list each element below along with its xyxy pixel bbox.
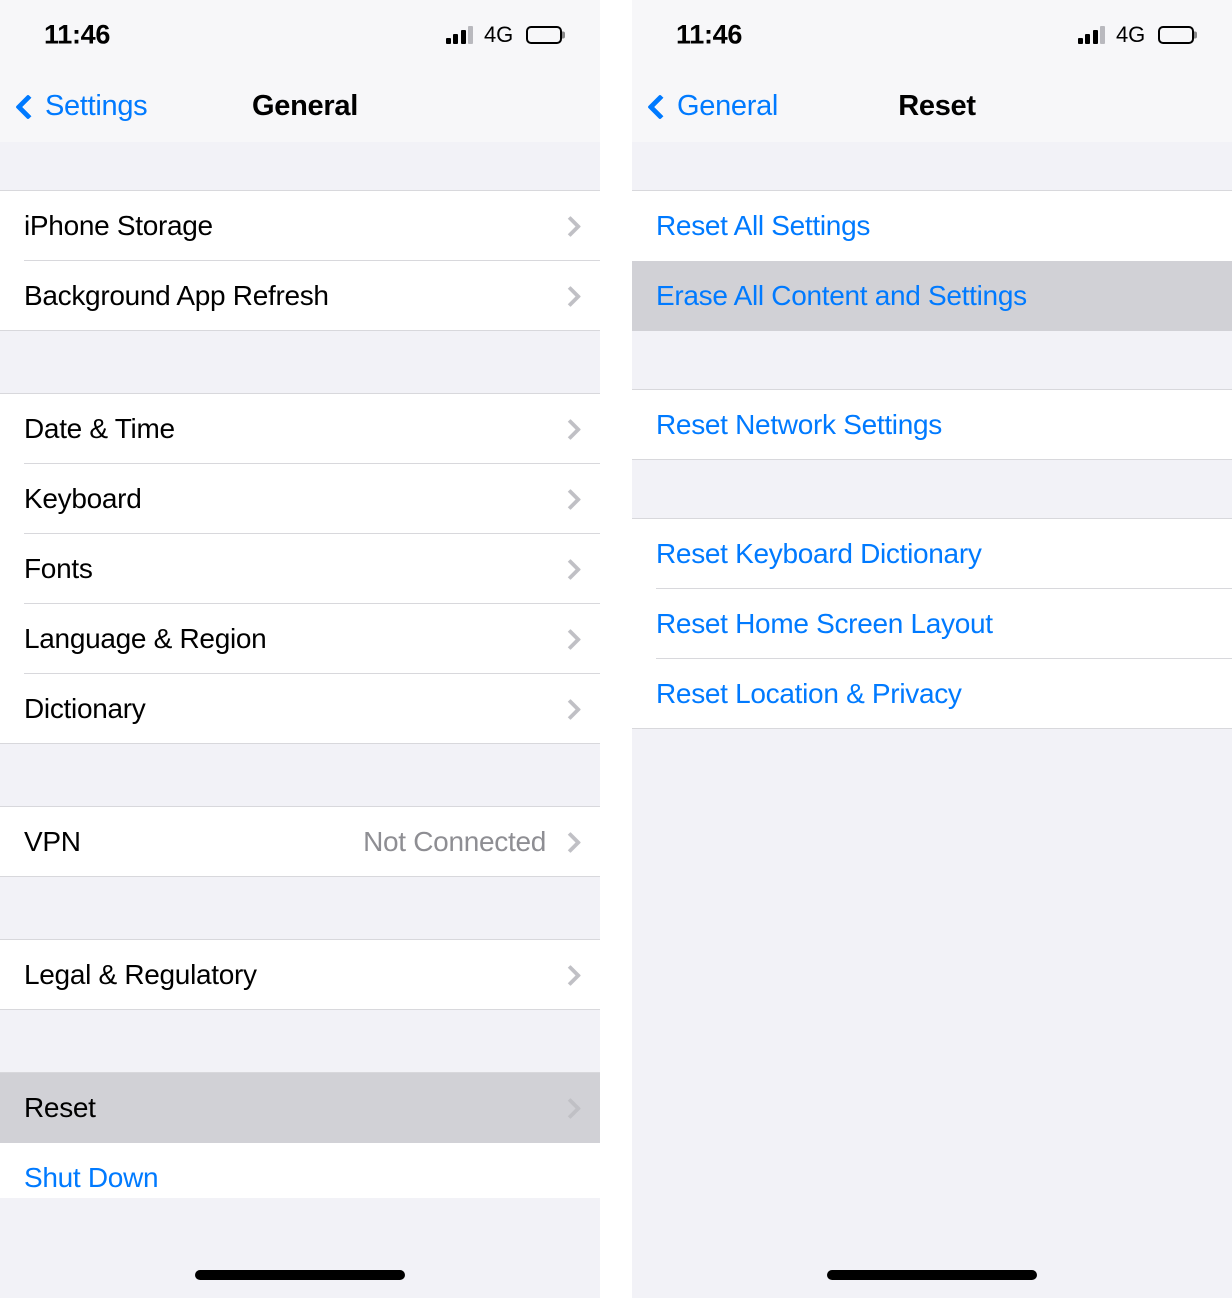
settings-row-shut-down[interactable]: Shut Down [0, 1143, 600, 1198]
row-label: Keyboard [24, 483, 142, 514]
home-indicator-area [0, 1198, 600, 1298]
home-indicator[interactable] [827, 1270, 1037, 1280]
settings-group-legal: Legal & Regulatory [0, 939, 600, 1010]
screen-divider [600, 0, 632, 1298]
row-label: Language & Region [24, 623, 267, 654]
section-gap [0, 744, 600, 806]
section-gap [0, 1010, 600, 1072]
chevron-right-icon [562, 421, 578, 437]
row-label: iPhone Storage [24, 210, 213, 241]
battery-icon [1158, 26, 1194, 44]
row-label: Reset Home Screen Layout [656, 608, 993, 639]
row-label: Date & Time [24, 413, 175, 444]
row-label: Reset Location & Privacy [656, 678, 962, 709]
chevron-right-icon [562, 967, 578, 983]
settings-row-reset-all-settings[interactable]: Reset All Settings [632, 191, 1232, 261]
cellular-bars-icon [445, 26, 474, 44]
network-type-label: 4G [484, 22, 513, 47]
section-gap [632, 460, 1232, 518]
network-type-label: 4G [1116, 22, 1145, 47]
settings-list-general[interactable]: iPhone Storage Background App Refresh Da… [0, 142, 600, 1198]
status-time: 11:46 [676, 19, 743, 50]
screen-general: 11:46 4G Settings General iPhone Storage… [0, 0, 600, 1298]
status-time: 11:46 [44, 19, 111, 50]
section-gap [632, 331, 1232, 389]
row-value-vpn-status: Not Connected [363, 826, 546, 857]
settings-group-vpn: VPN Not Connected [0, 806, 600, 877]
chevron-left-icon [14, 96, 34, 116]
reset-group-other: Reset Keyboard Dictionary Reset Home Scr… [632, 518, 1232, 729]
chevron-right-icon [562, 1100, 578, 1116]
row-label: Fonts [24, 553, 93, 584]
chevron-right-icon [562, 834, 578, 850]
table-row[interactable]: Dictionary [0, 674, 600, 744]
table-row[interactable]: Date & Time [0, 394, 600, 464]
section-gap [0, 142, 600, 190]
back-button-label: Settings [45, 89, 148, 122]
settings-list-reset[interactable]: Reset All Settings Erase All Content and… [632, 142, 1232, 1198]
row-label: Erase All Content and Settings [656, 280, 1027, 311]
row-label: Background App Refresh [24, 280, 329, 311]
chevron-right-icon [562, 491, 578, 507]
back-button-general[interactable]: General [646, 90, 778, 123]
back-button-settings[interactable]: Settings [14, 89, 148, 123]
screen-reset: 11:46 4G General Reset Reset All Setting… [632, 0, 1232, 1298]
chevron-right-icon [562, 561, 578, 577]
status-bar: 11:46 4G [632, 0, 1232, 70]
row-label: VPN [24, 826, 81, 857]
home-indicator-area [632, 1198, 1232, 1298]
status-bar: 11:46 4G [0, 0, 600, 70]
settings-row-reset-home-screen-layout[interactable]: Reset Home Screen Layout [632, 589, 1232, 659]
navigation-bar: General Reset [632, 70, 1232, 142]
settings-row-reset-network-settings[interactable]: Reset Network Settings [632, 390, 1232, 460]
row-label: Reset Network Settings [656, 409, 942, 440]
dual-screenshot-container: 11:46 4G Settings General iPhone Storage… [0, 0, 1232, 1298]
table-row[interactable]: VPN Not Connected [0, 807, 600, 877]
table-row[interactable]: Background App Refresh [0, 261, 600, 331]
row-label: Legal & Regulatory [24, 959, 257, 990]
table-row[interactable]: Legal & Regulatory [0, 940, 600, 1010]
chevron-right-icon [562, 218, 578, 234]
chevron-left-icon [646, 96, 666, 116]
reset-group-network: Reset Network Settings [632, 389, 1232, 460]
row-label: Reset All Settings [656, 210, 871, 241]
chevron-right-icon [562, 701, 578, 717]
table-row[interactable]: Keyboard [0, 464, 600, 534]
battery-icon [526, 26, 562, 44]
settings-group-storage: iPhone Storage Background App Refresh [0, 190, 600, 331]
section-gap [0, 331, 600, 393]
table-row[interactable]: Fonts [0, 534, 600, 604]
section-gap [0, 877, 600, 939]
navigation-bar: Settings General [0, 70, 600, 142]
status-icons: 4G [445, 22, 562, 48]
table-row[interactable]: Language & Region [0, 604, 600, 674]
settings-row-reset-keyboard-dictionary[interactable]: Reset Keyboard Dictionary [632, 519, 1232, 589]
row-label: Reset Keyboard Dictionary [656, 538, 982, 569]
home-indicator[interactable] [195, 1270, 405, 1280]
back-button-label: General [677, 89, 779, 122]
settings-group-reset: Reset Shut Down [0, 1072, 600, 1198]
row-label: Dictionary [24, 693, 146, 724]
row-label: Reset [24, 1092, 96, 1123]
settings-row-reset-location-privacy[interactable]: Reset Location & Privacy [632, 659, 1232, 729]
cellular-bars-icon [1077, 26, 1106, 44]
row-label: Shut Down [24, 1162, 159, 1193]
section-gap [632, 142, 1232, 190]
table-row[interactable]: iPhone Storage [0, 191, 600, 261]
status-icons: 4G [1077, 22, 1194, 48]
settings-row-reset[interactable]: Reset [0, 1073, 600, 1143]
reset-group-primary: Reset All Settings Erase All Content and… [632, 190, 1232, 331]
settings-group-localization: Date & Time Keyboard Fonts Language & Re… [0, 393, 600, 744]
chevron-right-icon [562, 631, 578, 647]
settings-row-erase-all-content[interactable]: Erase All Content and Settings [632, 261, 1232, 331]
chevron-right-icon [562, 288, 578, 304]
